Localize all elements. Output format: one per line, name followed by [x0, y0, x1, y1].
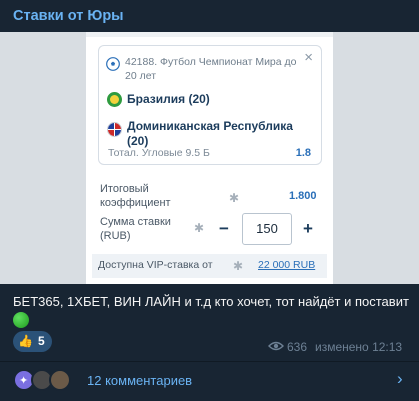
- soccer-ball-icon: [106, 57, 120, 71]
- caption-text: БЕТ365, 1ХБЕТ, ВИН ЛАЙН и т.д кто хочет,…: [13, 294, 409, 309]
- market-odds: 1.8: [295, 147, 311, 159]
- comments-divider: [0, 361, 419, 362]
- close-icon[interactable]: ×: [304, 50, 313, 65]
- reaction-thumbs-up[interactable]: 👍 5: [13, 331, 52, 352]
- bet-market: Тотал. Угловые 9.5 Б: [108, 147, 210, 159]
- channel-name[interactable]: Ставки от Юры: [13, 8, 124, 24]
- brazil-flag-icon: [107, 92, 122, 107]
- post-caption: БЕТ365, 1ХБЕТ, ВИН ЛАЙН и т.д кто хочет,…: [13, 293, 413, 328]
- vip-amount-link[interactable]: 22 000 RUB: [258, 259, 315, 271]
- channel-post: Ставки от Юры 42188. Футбол Чемпионат Ми…: [0, 0, 419, 401]
- vip-label: Доступна VIP-ставка от: [98, 259, 213, 271]
- total-coef-label: Итоговый коэффициент: [100, 183, 171, 209]
- total-coef-value: 1.800: [289, 190, 317, 202]
- event-title: 42188. Футбол Чемпионат Мира до 20 лет: [125, 56, 297, 82]
- gear-icon[interactable]: ✱: [193, 222, 205, 234]
- team-home: Бразилия (20): [127, 92, 210, 106]
- bet-slip: 42188. Футбол Чемпионат Мира до 20 лет ×…: [86, 32, 333, 284]
- green-circle-icon: [13, 311, 29, 328]
- stake-input[interactable]: 150: [242, 213, 292, 245]
- view-count: 636: [287, 340, 308, 354]
- post-image[interactable]: 42188. Футбол Чемпионат Мира до 20 лет ×…: [0, 32, 419, 284]
- event-card: 42188. Футбол Чемпионат Мира до 20 лет ×…: [98, 45, 322, 165]
- stake-decrease-button[interactable]: −: [210, 213, 238, 245]
- comments-link[interactable]: 12 комментариев: [87, 373, 192, 388]
- edited-timestamp: изменено 12:13: [315, 340, 403, 354]
- gear-icon[interactable]: ✱: [232, 260, 244, 272]
- gear-icon[interactable]: ✱: [228, 192, 240, 204]
- eye-icon: [268, 341, 284, 351]
- chevron-right-icon[interactable]: ›: [397, 369, 403, 389]
- thumbs-up-icon: 👍: [18, 334, 33, 348]
- team-away: Доминиканская Республика (20): [127, 119, 293, 148]
- stake-increase-button[interactable]: +: [294, 213, 322, 245]
- dominican-flag-icon: [107, 122, 122, 137]
- reaction-count: 5: [38, 334, 45, 348]
- stake-label: Сумма ставки (RUB): [100, 216, 171, 242]
- image-margin-left: [0, 32, 86, 284]
- slip-top-strip: [86, 32, 333, 37]
- stake-stepper: − 150 +: [210, 213, 322, 245]
- ghost-icon: ✦: [19, 375, 29, 387]
- image-margin-right: [333, 32, 419, 284]
- avatar: [49, 369, 71, 391]
